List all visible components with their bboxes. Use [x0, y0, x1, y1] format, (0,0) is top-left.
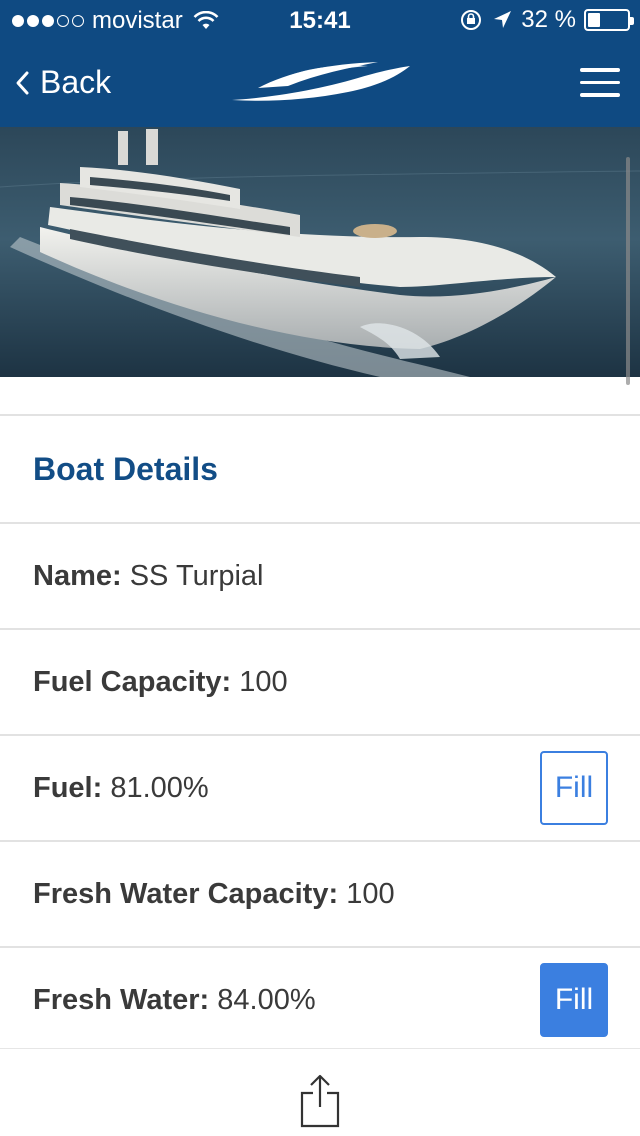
detail-text: Fresh Water: 84.00% [33, 984, 316, 1017]
app-header: movistar 15:41 32 % Back [0, 0, 640, 127]
battery-level [588, 13, 601, 27]
detail-value: 100 [239, 665, 288, 698]
share-button[interactable] [298, 1073, 342, 1134]
detail-value: 100 [346, 877, 395, 910]
detail-value: 81.00% [110, 771, 209, 804]
detail-text: Name: SS Turpial [33, 560, 264, 593]
section-title: Boat Details [0, 416, 640, 524]
status-bar: movistar 15:41 32 % [0, 0, 640, 40]
detail-label: Fuel: [33, 771, 103, 804]
boat-details-panel: Boat Details Name: SS Turpial Fuel Capac… [0, 377, 640, 1054]
menu-button[interactable] [580, 68, 620, 98]
fill-fuel-button[interactable]: Fill [540, 751, 608, 825]
boat-photo [0, 127, 640, 377]
detail-value: 84.00% [217, 983, 316, 1016]
divider [0, 377, 640, 416]
battery-icon [584, 9, 634, 31]
location-arrow-icon [494, 11, 512, 28]
detail-label: Name: [33, 559, 122, 592]
status-right: 32 % [459, 6, 634, 34]
detail-label: Fresh Water: [33, 983, 210, 1016]
hamburger-icon [580, 68, 620, 72]
back-button[interactable]: Back [14, 64, 111, 101]
fill-fresh-water-button[interactable]: Fill [540, 963, 608, 1037]
detail-value: SS Turpial [129, 559, 264, 592]
scroll-indicator[interactable] [626, 157, 630, 385]
battery-percent: 32 % [521, 6, 576, 33]
bottom-toolbar [0, 1048, 640, 1136]
detail-text: Fuel Capacity: 100 [33, 666, 288, 699]
detail-text: Fresh Water Capacity: 100 [33, 878, 395, 911]
detail-row-name: Name: SS Turpial [0, 524, 640, 630]
detail-row-fuel-capacity: Fuel Capacity: 100 [0, 630, 640, 736]
detail-label: Fresh Water Capacity: [33, 877, 339, 910]
navigation-bar: Back [0, 40, 640, 127]
share-icon [300, 1074, 340, 1128]
rotation-lock-icon [461, 10, 482, 30]
detail-row-fresh-water: Fresh Water: 84.00% Fill [0, 948, 640, 1054]
detail-text: Fuel: 81.00% [33, 772, 209, 805]
detail-row-fresh-water-capacity: Fresh Water Capacity: 100 [0, 842, 640, 948]
detail-label: Fuel Capacity: [33, 665, 232, 698]
detail-row-fuel: Fuel: 81.00% Fill [0, 736, 640, 842]
yacht-logo [232, 62, 410, 101]
chevron-left-icon [16, 71, 29, 94]
back-button-label: Back [40, 64, 112, 100]
